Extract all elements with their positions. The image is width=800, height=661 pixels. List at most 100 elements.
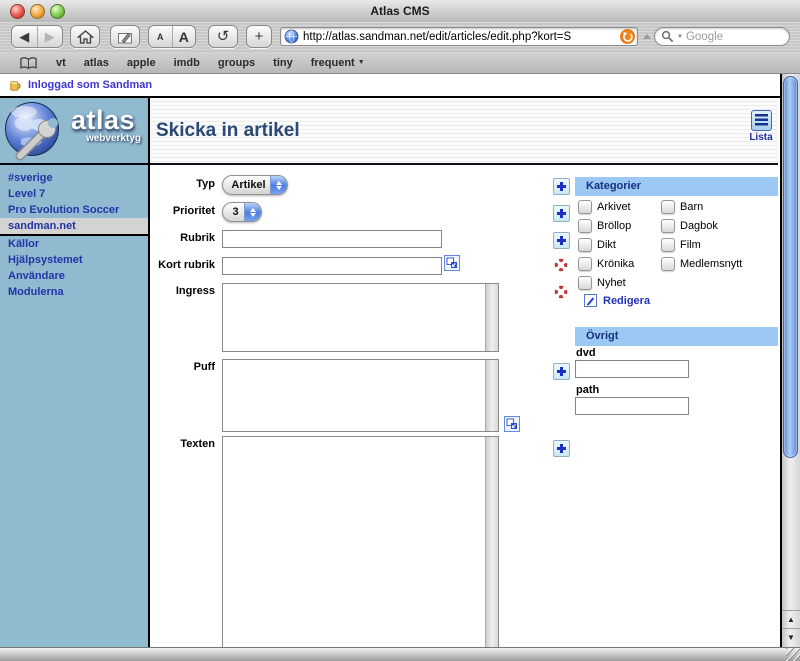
checkbox-medlemsnytt[interactable] [661, 257, 675, 271]
status-bar [0, 647, 800, 661]
add-button[interactable] [553, 232, 570, 249]
window-title: Atlas CMS [0, 4, 800, 18]
copy-icon[interactable] [504, 416, 520, 432]
category-row: Arkivet Barn [575, 200, 778, 215]
list-icon [751, 110, 772, 131]
checkbox-brollop[interactable] [578, 219, 592, 233]
url-input[interactable]: http://atlas.sandman.net/edit/articles/e… [280, 27, 638, 46]
toolbar-divider-caret [643, 34, 651, 39]
smaller-text-button[interactable]: A [149, 26, 172, 47]
plus-icon: + [255, 29, 264, 44]
lista-button[interactable]: Lista [747, 110, 775, 143]
title-bar[interactable]: Atlas CMS [0, 0, 800, 23]
sidebar-item-hjalpsystemet[interactable]: Hjälpsystemet [0, 252, 148, 268]
bookmark-apple[interactable]: apple [127, 57, 156, 69]
page-title: Skicka in artikel [156, 120, 300, 142]
bookmark-tiny[interactable]: tiny [273, 57, 293, 69]
search-input[interactable]: ▼ Google [654, 27, 790, 46]
kort-rubrik-label: Kort rubrik [150, 259, 215, 271]
path-input[interactable] [575, 397, 689, 415]
sidebar-item-pro-evolution-soccer[interactable]: Pro Evolution Soccer [0, 202, 148, 218]
help-lifesaver-icon[interactable] [554, 285, 568, 299]
sidebar-item-sandman-net[interactable]: sandman.net [0, 218, 148, 234]
plus-icon [556, 235, 567, 246]
forward-button[interactable]: ▶ [37, 26, 63, 47]
bookmark-vt[interactable]: vt [56, 57, 66, 69]
scrollbar-thumb[interactable] [783, 76, 798, 458]
sidebar: atlas webverktyg #sverige Level 7 Pro Ev… [0, 98, 148, 647]
checkbox-film[interactable] [661, 238, 675, 252]
atlas-logo[interactable]: atlas webverktyg [0, 98, 148, 165]
texten-textarea[interactable] [223, 437, 485, 647]
dvd-input[interactable] [575, 360, 689, 378]
plus-icon [556, 366, 567, 377]
logo-title: atlas [62, 107, 144, 134]
puff-scrollbar[interactable] [485, 360, 498, 431]
redigera-label: Redigera [603, 295, 650, 307]
logo-text: atlas webverktyg [62, 107, 144, 144]
ingress-textarea[interactable] [223, 284, 485, 351]
typ-label: Typ [150, 178, 215, 190]
page-scrollbar[interactable]: ▲ ▼ [780, 74, 800, 647]
home-icon [77, 29, 94, 45]
bookmark-imdb[interactable]: imdb [174, 57, 200, 69]
help-lifesaver-icon[interactable] [554, 258, 568, 272]
texten-scrollbar[interactable] [485, 437, 498, 647]
login-status-bar: Inloggad som Sandman [0, 74, 780, 96]
snapback-icon[interactable] [620, 29, 635, 44]
resize-grip[interactable] [786, 648, 800, 661]
checkbox-label: Nyhet [597, 277, 626, 289]
checkbox-kronika[interactable] [578, 257, 592, 271]
scroll-down-button[interactable]: ▼ [782, 628, 800, 646]
checkbox-label: Bröllop [597, 220, 631, 232]
pencil-page-icon [116, 29, 134, 45]
globe-icon [284, 29, 299, 44]
ovrigt-header: Övrigt [575, 327, 778, 346]
sidebar-item-level-7[interactable]: Level 7 [0, 186, 148, 202]
add-button[interactable] [553, 363, 570, 380]
add-button[interactable] [553, 205, 570, 222]
rubrik-input[interactable] [222, 230, 442, 248]
add-button[interactable] [553, 440, 570, 457]
categories-title: Kategorier [586, 180, 641, 192]
browser-toolbar: ◀ ▶ A A ↺ + [0, 22, 800, 53]
checkbox-dagbok[interactable] [661, 219, 675, 233]
prioritet-stepper[interactable]: 3 [222, 202, 262, 222]
pencil-icon [584, 294, 597, 307]
reload-button[interactable]: ↺ [208, 25, 238, 48]
bookmarks-bar: vt atlas apple imdb groups tiny frequent… [0, 52, 800, 74]
kort-rubrik-input[interactable] [222, 257, 442, 275]
bookmark-menu-frequent[interactable]: frequent ▼ [311, 57, 365, 69]
copy-icon[interactable] [444, 255, 460, 271]
typ-value: Artikel [223, 179, 270, 191]
magnifier-icon [661, 30, 674, 43]
checkbox-nyhet[interactable] [578, 276, 592, 290]
chevron-down-icon: ▼ [358, 59, 365, 66]
checkbox-arkivet[interactable] [578, 200, 592, 214]
edit-page-button[interactable] [110, 25, 140, 48]
checkbox-label: Dikt [597, 239, 616, 251]
book-icon[interactable] [19, 56, 38, 70]
scroll-up-button[interactable]: ▲ [782, 610, 800, 628]
checkbox-barn[interactable] [661, 200, 675, 214]
sidebar-item-anvandare[interactable]: Användare [0, 268, 148, 284]
home-button[interactable] [70, 25, 100, 48]
add-bookmark-button[interactable]: + [246, 25, 272, 48]
typ-select[interactable]: Artikel [222, 175, 288, 195]
puff-textarea[interactable] [223, 360, 485, 431]
puff-field [222, 359, 499, 432]
bookmark-groups[interactable]: groups [218, 57, 255, 69]
bookmark-atlas[interactable]: atlas [84, 57, 109, 69]
checkbox-label: Medlemsnytt [680, 258, 742, 270]
add-button[interactable] [553, 178, 570, 195]
sidebar-item-kallor[interactable]: Källor [0, 236, 148, 252]
larger-text-button[interactable]: A [172, 26, 196, 47]
redigera-link[interactable]: Redigera [584, 294, 650, 307]
search-placeholder: Google [686, 31, 723, 43]
ingress-scrollbar[interactable] [485, 284, 498, 351]
checkbox-dikt[interactable] [578, 238, 592, 252]
smaller-text-label: A [157, 32, 164, 42]
sidebar-item-modulerna[interactable]: Modulerna [0, 284, 148, 300]
back-button[interactable]: ◀ [12, 26, 37, 47]
sidebar-item-sverige[interactable]: #sverige [0, 170, 148, 186]
